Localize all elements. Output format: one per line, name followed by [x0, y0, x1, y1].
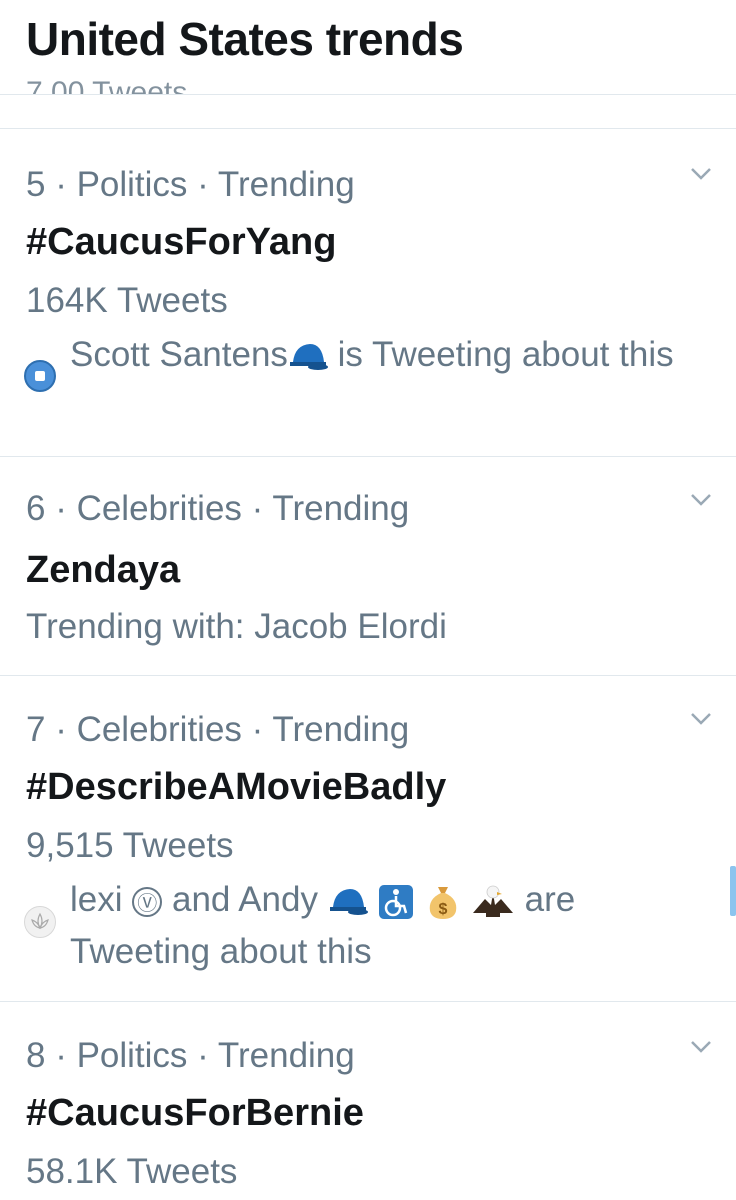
page-header: United States trends 7,00 Tweets [0, 0, 736, 95]
trend-tweet-count: 58.1K Tweets [26, 1152, 238, 1191]
tweeting-conj[interactable]: and Andy [172, 880, 318, 919]
blue-cap-emoji [288, 340, 328, 374]
trend-tweet-count: 9,515 Tweets [26, 826, 234, 865]
svg-text:$: $ [439, 901, 448, 918]
partial-trend-count: 7,00 Tweets [26, 76, 188, 95]
scroll-indicator[interactable] [730, 866, 736, 916]
tweeting-about: lexi Ⓥ and Andy $ are Tweeting about thi… [70, 874, 710, 978]
tweeting-suffix: is Tweeting about this [327, 335, 674, 374]
trending-with: Trending with: Jacob Elordi [26, 607, 447, 646]
trend-meta: 6 · Celebrities · Trending [26, 489, 410, 528]
lotus-icon [31, 912, 49, 930]
tweeting-user-1[interactable]: lexi [70, 880, 123, 919]
trend-meta: 7 · Celebrities · Trending [26, 710, 410, 749]
chevron-down-icon[interactable] [690, 493, 712, 507]
avatar [24, 906, 56, 938]
wheelchair-emoji [377, 883, 415, 921]
blue-cap-emoji [328, 885, 368, 919]
tweeting-about: Scott Santens is Tweeting about this [70, 329, 710, 381]
eagle-emoji [471, 883, 515, 921]
trend-name[interactable]: #DescribeAMovieBadly [26, 766, 446, 809]
trend-name[interactable]: #CaucusForBernie [26, 1092, 364, 1135]
trend-tweet-count: 164K Tweets [26, 281, 228, 320]
chevron-down-icon[interactable] [690, 1040, 712, 1054]
trend-item-7[interactable]: 7 · Celebrities · Trending #DescribeAMov… [0, 676, 736, 1002]
trend-name[interactable]: Zendaya [26, 549, 180, 592]
trend-item-5[interactable]: 5 · Politics · Trending #CaucusForYang 1… [0, 129, 736, 457]
trend-item-8[interactable]: 8 · Politics · Trending #CaucusForBernie… [0, 1002, 736, 1200]
tweeting-user[interactable]: Scott Santens [70, 335, 288, 374]
avatar [24, 360, 56, 392]
page-title: United States trends [26, 13, 464, 65]
trend-item-6[interactable]: 6 · Celebrities · Trending Zendaya Trend… [0, 457, 736, 676]
trend-meta: 5 · Politics · Trending [26, 165, 355, 204]
money-bag-emoji: $ [425, 883, 461, 921]
trend-meta: 8 · Politics · Trending [26, 1036, 355, 1075]
trend-name[interactable]: #CaucusForYang [26, 221, 336, 264]
chevron-down-icon[interactable] [690, 712, 712, 726]
chevron-down-icon[interactable] [690, 167, 712, 181]
verified-badge-icon: Ⓥ [132, 886, 163, 917]
